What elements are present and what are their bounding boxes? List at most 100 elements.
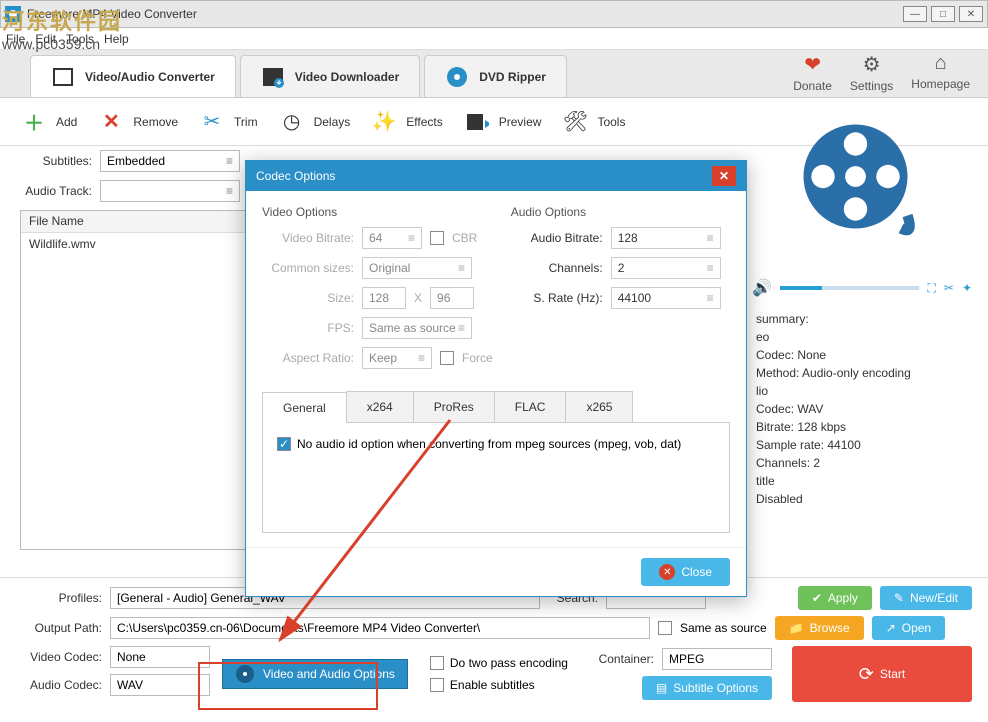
audiocodec-combo[interactable]: WAV <box>110 674 210 696</box>
audiotrack-combo[interactable]: ≡ <box>100 180 240 202</box>
srate-field[interactable]: 44100≡ <box>611 287 721 309</box>
tab-panel-general: ✓ No audio id option when converting fro… <box>262 423 730 533</box>
fps-label: FPS: <box>262 321 354 335</box>
wand-icon: ✨ <box>370 108 398 136</box>
size-w-field[interactable]: 128 <box>362 287 406 309</box>
enable-subs-checkbox[interactable] <box>430 678 444 692</box>
videocodec-combo[interactable]: None <box>110 646 210 668</box>
container-label: Container: <box>588 652 654 666</box>
cut-icon[interactable]: ✂ <box>944 281 954 295</box>
subtitles-combo[interactable]: Embedded≡ <box>100 150 240 172</box>
browse-button[interactable]: 📁Browse <box>775 616 864 640</box>
audio-options-heading: Audio Options <box>511 205 730 219</box>
common-field[interactable]: Original≡ <box>362 257 472 279</box>
homepage-link[interactable]: ⌂Homepage <box>911 52 970 93</box>
tools-button[interactable]: 🛠Tools <box>561 108 625 136</box>
start-button[interactable]: ⟳Start <box>792 646 972 702</box>
menu-icon: ≡ <box>226 184 233 198</box>
trim-button[interactable]: ✂Trim <box>198 108 258 136</box>
summary-line: Codec: None <box>752 346 972 364</box>
settings-link[interactable]: ⚙Settings <box>850 52 893 93</box>
close-window-button[interactable]: ✕ <box>959 6 983 22</box>
add-button[interactable]: ＋Add <box>20 108 77 136</box>
window-titlebar: Freemore MP4 Video Converter — □ ✕ <box>0 0 988 28</box>
summary-line: Codec: WAV <box>752 400 972 418</box>
refresh-icon: ⟳ <box>859 664 874 685</box>
twopass-label: Do two pass encoding <box>450 656 568 670</box>
x-icon: ✕ <box>97 108 125 136</box>
summary-line: Channels: 2 <box>752 454 972 472</box>
edit-icon: ✎ <box>894 591 904 605</box>
tab-x264[interactable]: x264 <box>346 391 414 422</box>
apply-button[interactable]: ✔Apply <box>798 586 872 610</box>
tab-prores[interactable]: ProRes <box>413 391 495 422</box>
reel-icon <box>787 108 937 258</box>
output-label: Output Path: <box>16 621 102 635</box>
player-controls: 🔊 ⛶ ✂ ✦ <box>752 278 972 298</box>
dialog-close-button[interactable]: ✕Close <box>641 558 730 586</box>
menu-edit[interactable]: Edit <box>35 32 56 46</box>
summary-line: Method: Audio-only encoding <box>752 364 972 382</box>
newedit-button[interactable]: ✎New/Edit <box>880 586 972 610</box>
cbr-checkbox[interactable] <box>430 231 444 245</box>
aspect-field[interactable]: Keep≡ <box>362 347 432 369</box>
plus-icon: ＋ <box>20 108 48 136</box>
tab-ripper[interactable]: DVD Ripper <box>424 55 567 97</box>
effects-button[interactable]: ✨Effects <box>370 108 442 136</box>
subtitle-icon: ▤ <box>656 681 667 695</box>
force-checkbox[interactable] <box>440 351 454 365</box>
home-icon: ⌂ <box>935 52 947 75</box>
force-label: Force <box>462 351 493 365</box>
aspect-label: Aspect Ratio: <box>262 351 354 365</box>
summary-panel: summary: eo Codec: None Method: Audio-on… <box>752 310 972 508</box>
film-icon <box>51 65 75 89</box>
summary-line: Disabled <box>752 490 972 508</box>
menu-help[interactable]: Help <box>104 32 129 46</box>
video-audio-options-button[interactable]: Video and Audio Options <box>222 659 408 689</box>
delays-button[interactable]: ◷Delays <box>278 108 351 136</box>
fps-field[interactable]: Same as source≡ <box>362 317 472 339</box>
preview-icon <box>463 108 491 136</box>
channels-field[interactable]: 2≡ <box>611 257 721 279</box>
summary-line: Bitrate: 128 kbps <box>752 418 972 436</box>
abitrate-field[interactable]: 128≡ <box>611 227 721 249</box>
tab-x265[interactable]: x265 <box>565 391 633 422</box>
magic-icon[interactable]: ✦ <box>962 281 972 295</box>
menu-file[interactable]: File <box>6 32 25 46</box>
audiotrack-label: Audio Track: <box>20 184 92 198</box>
preview-button[interactable]: Preview <box>463 108 542 136</box>
vbitrate-field[interactable]: 64≡ <box>362 227 422 249</box>
container-combo[interactable]: MPEG <box>662 648 772 670</box>
noaudioid-checkbox[interactable]: ✓ <box>277 437 291 451</box>
menu-tools[interactable]: Tools <box>66 32 94 46</box>
output-path-input[interactable]: C:\Users\pc0359.cn-06\Documents\Freemore… <box>110 617 650 639</box>
donate-link[interactable]: ❤Donate <box>793 52 832 93</box>
open-button[interactable]: ↗Open <box>872 616 945 640</box>
maximize-button[interactable]: □ <box>931 6 955 22</box>
preview-panel: 🔊 ⛶ ✂ ✦ summary: eo Codec: None Method: … <box>752 108 972 508</box>
minimize-button[interactable]: — <box>903 6 927 22</box>
clock-icon: ◷ <box>278 108 306 136</box>
summary-line: lio <box>752 382 972 400</box>
scissors-icon: ✂ <box>198 108 226 136</box>
dialog-title: Codec Options <box>256 169 712 183</box>
remove-button[interactable]: ✕Remove <box>97 108 178 136</box>
folder-icon: 📁 <box>789 621 804 635</box>
tab-flac[interactable]: FLAC <box>494 391 567 422</box>
subtitle-options-button[interactable]: ▤Subtitle Options <box>642 676 772 700</box>
reel-small-icon <box>235 664 255 684</box>
fullscreen-icon[interactable]: ⛶ <box>927 281 935 296</box>
twopass-checkbox[interactable] <box>430 656 444 670</box>
volume-icon[interactable]: 🔊 <box>752 278 772 298</box>
tab-converter[interactable]: Video/Audio Converter <box>30 55 236 97</box>
dialog-close-x[interactable]: ✕ <box>712 166 736 186</box>
size-h-field[interactable]: 96 <box>430 287 474 309</box>
window-title: Freemore MP4 Video Converter <box>27 7 899 21</box>
check-icon: ✔ <box>812 591 822 605</box>
volume-slider[interactable] <box>780 286 920 290</box>
same-as-source-checkbox[interactable] <box>658 621 672 635</box>
tab-downloader[interactable]: Video Downloader <box>240 55 420 97</box>
tab-converter-label: Video/Audio Converter <box>85 70 215 84</box>
app-icon <box>5 6 21 22</box>
tab-general[interactable]: General <box>262 392 347 423</box>
